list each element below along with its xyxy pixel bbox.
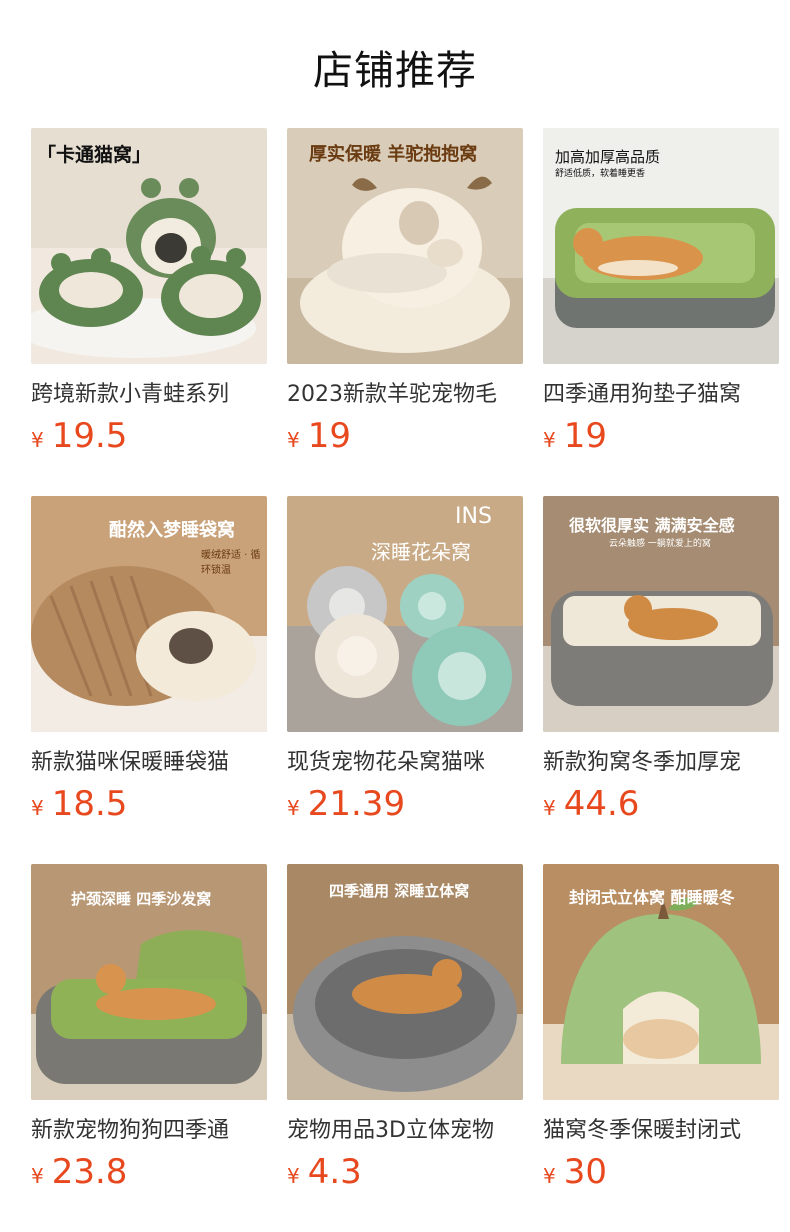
image-caption: 加高加厚高品质 [555,148,661,166]
price-value: 4.3 [307,1152,362,1192]
page-title: 店铺推荐 [313,48,477,94]
product-image[interactable]: INS 深睡花朵窝 [287,496,523,732]
product-price: ¥ 30 [543,1152,779,1192]
image-caption: 护颈深睡 四季沙发窝 [71,890,212,908]
product-grid: 「卡通猫窝」 跨境新款小青蛙系列 ¥ 19.5 厚实保暖 羊驼抱抱窝 2023新… [31,128,779,1232]
product-card[interactable]: 护颈深睡 四季沙发窝 新款宠物狗狗四季通 ¥ 23.8 [31,864,267,1232]
product-image[interactable]: 加高加厚高品质 舒适低质，软着睡更香 [543,128,779,364]
product-card[interactable]: 「卡通猫窝」 跨境新款小青蛙系列 ¥ 19.5 [31,128,267,496]
image-caption: 「卡通猫窝」 [37,144,152,166]
image-caption: INS [455,504,492,529]
product-title[interactable]: 宠物用品3D立体宠物 [287,1112,523,1144]
product-price: ¥ 19 [543,416,779,456]
product-image[interactable]: 酣然入梦睡袋窝 暖绒舒适 · 循环锁温 [31,496,267,732]
currency-symbol: ¥ [31,1164,44,1188]
price-value: 19.5 [51,416,128,456]
image-caption: 四季通用 深睡立体窝 [329,882,470,900]
image-subcaption: 舒适低质，软着睡更香 [555,169,646,179]
currency-symbol: ¥ [287,796,300,820]
price-value: 21.39 [307,784,406,824]
product-title[interactable]: 新款宠物狗狗四季通 [31,1112,267,1144]
currency-symbol: ¥ [543,1164,556,1188]
image-subcaption: 深睡花朵窝 [371,540,471,564]
product-title[interactable]: 新款猫咪保暖睡袋猫 [31,744,267,776]
image-subcaption: 云朵触感 一躺就爱上的窝 [609,539,711,549]
product-price: ¥ 44.6 [543,784,779,824]
product-card[interactable]: INS 深睡花朵窝 现货宠物花朵窝猫咪 ¥ 21.39 [287,496,523,864]
product-price: ¥ 23.8 [31,1152,267,1192]
product-image[interactable]: 很软很厚实 满满安全感 云朵触感 一躺就爱上的窝 [543,496,779,732]
product-price: ¥ 4.3 [287,1152,523,1192]
product-title[interactable]: 跨境新款小青蛙系列 [31,376,267,408]
product-image[interactable]: 护颈深睡 四季沙发窝 [31,864,267,1100]
price-value: 18.5 [51,784,128,824]
currency-symbol: ¥ [31,796,44,820]
price-value: 19 [563,416,607,456]
price-value: 30 [563,1152,607,1192]
price-value: 23.8 [51,1152,128,1192]
product-card[interactable]: 加高加厚高品质 舒适低质，软着睡更香 四季通用狗垫子猫窝 ¥ 19 [543,128,779,496]
product-image[interactable]: 封闭式立体窝 酣睡暖冬 [543,864,779,1100]
product-price: ¥ 18.5 [31,784,267,824]
product-card[interactable]: 封闭式立体窝 酣睡暖冬 猫窝冬季保暖封闭式 ¥ 30 [543,864,779,1232]
product-price: ¥ 19 [287,416,523,456]
image-caption: 封闭式立体窝 酣睡暖冬 [569,888,735,907]
product-title[interactable]: 现货宠物花朵窝猫咪 [287,744,523,776]
currency-symbol: ¥ [543,428,556,452]
product-image[interactable]: 四季通用 深睡立体窝 [287,864,523,1100]
product-title[interactable]: 猫窝冬季保暖封闭式 [543,1112,779,1144]
product-title[interactable]: 四季通用狗垫子猫窝 [543,376,779,408]
currency-symbol: ¥ [287,428,300,452]
currency-symbol: ¥ [543,796,556,820]
flower-bed-image [287,496,523,732]
product-card[interactable]: 酣然入梦睡袋窝 暖绒舒适 · 循环锁温 新款猫咪保暖睡袋猫 ¥ 18.5 [31,496,267,864]
product-card[interactable]: 很软很厚实 满满安全感 云朵触感 一躺就爱上的窝 新款狗窝冬季加厚宠 ¥ 44.… [543,496,779,864]
currency-symbol: ¥ [287,1164,300,1188]
product-price: ¥ 21.39 [287,784,523,824]
product-card[interactable]: 四季通用 深睡立体窝 宠物用品3D立体宠物 ¥ 4.3 [287,864,523,1232]
currency-symbol: ¥ [31,428,44,452]
product-price: ¥ 19.5 [31,416,267,456]
image-caption: 厚实保暖 羊驼抱抱窝 [309,144,478,165]
price-value: 19 [307,416,351,456]
image-caption: 酣然入梦睡袋窝 [109,520,235,541]
product-title[interactable]: 新款狗窝冬季加厚宠 [543,744,779,776]
product-title[interactable]: 2023新款羊驼宠物毛 [287,376,523,408]
product-card[interactable]: 厚实保暖 羊驼抱抱窝 2023新款羊驼宠物毛 ¥ 19 [287,128,523,496]
product-image[interactable]: 「卡通猫窝」 [31,128,267,364]
image-caption: 很软很厚实 满满安全感 [569,516,735,535]
product-image[interactable]: 厚实保暖 羊驼抱抱窝 [287,128,523,364]
image-subcaption: 暖绒舒适 · 循环锁温 [201,550,261,576]
price-value: 44.6 [563,784,640,824]
